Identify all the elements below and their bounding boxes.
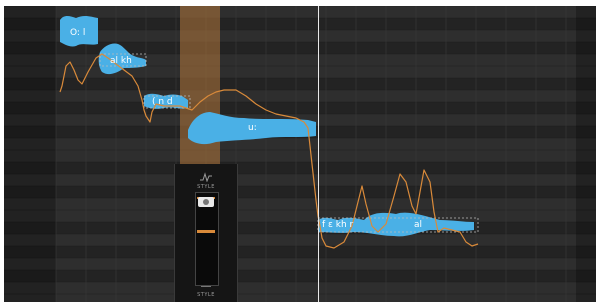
- playhead[interactable]: [318, 6, 319, 302]
- note-label: O: l: [70, 28, 86, 38]
- note-label: al: [414, 220, 423, 230]
- style-panel-label-bottom: STYLE: [197, 292, 215, 298]
- style-panel: STYLE STYLE: [174, 164, 238, 302]
- note-overlay: [59, 15, 479, 249]
- slider-grip-icon: [203, 199, 209, 205]
- note-label: f ε kh r: [322, 220, 354, 230]
- note-label: u:: [248, 123, 257, 133]
- style-slider-thumb[interactable]: [198, 197, 214, 207]
- panel-divider: [201, 286, 211, 287]
- style-slider-marker[interactable]: [197, 230, 215, 233]
- style-wave-icon: [200, 172, 212, 182]
- note-label: al kh: [110, 56, 132, 66]
- note-label: ( n d: [152, 97, 173, 107]
- pitch-editor-window: O: l al kh ( n d u: f ε kh r al STYLE ST…: [4, 6, 596, 302]
- style-panel-title: STYLE: [197, 184, 215, 190]
